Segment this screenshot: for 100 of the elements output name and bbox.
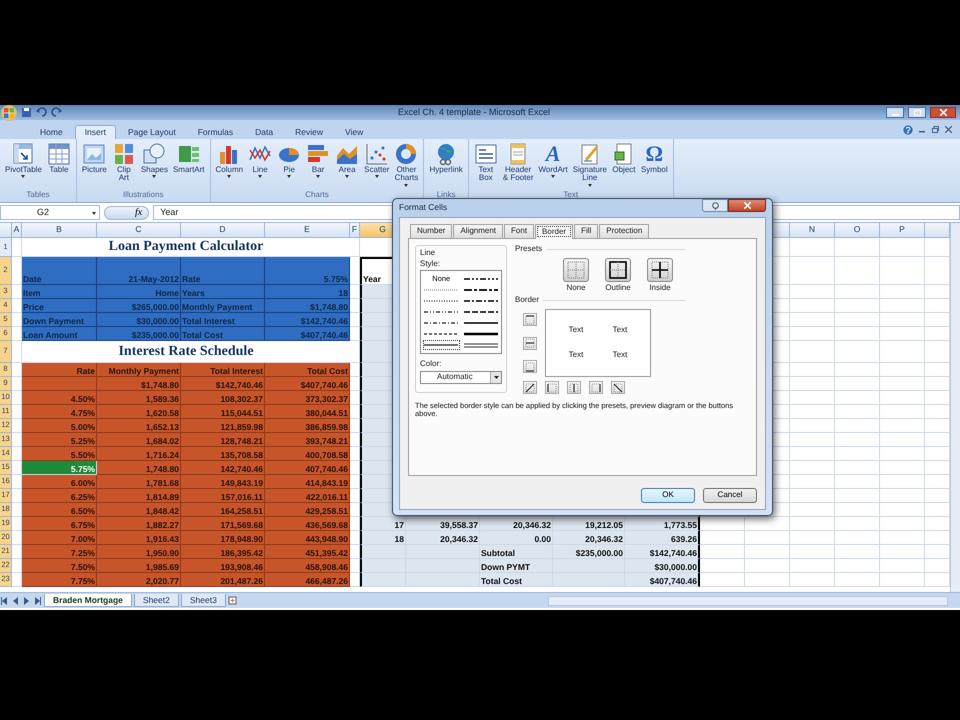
table-cell: Total Cost: [480, 573, 553, 587]
table-cell: 108,302.37: [181, 391, 265, 405]
preset-label: None: [566, 284, 586, 292]
table-cell: 1,814.89: [97, 489, 181, 503]
omega-icon: Ω: [645, 142, 664, 166]
table-cell: 39,558.37: [406, 517, 480, 531]
table-cell: 7.75%: [22, 573, 97, 587]
table-cell: 466,487.26: [265, 573, 350, 587]
table-cell: 380,044.51: [265, 405, 350, 419]
table-cell: 4.50%: [22, 391, 97, 405]
table-cell: 5.50%: [22, 447, 97, 461]
field-label: Color:: [420, 360, 442, 370]
table-cell: $30,000.00: [97, 313, 181, 327]
table-cell: 7.00%: [22, 531, 97, 545]
table-cell: $142,740.46: [265, 313, 350, 327]
table-cell: 178,948.90: [181, 531, 265, 545]
table-cell: 1,882.27: [97, 517, 181, 531]
table-cell: 115,044.51: [181, 405, 265, 419]
table-cell: 422,016.11: [265, 489, 350, 503]
table-cell: 1,748.80: [97, 461, 181, 475]
table-cell: Total Interest: [181, 313, 265, 327]
table-cell: Years: [181, 285, 265, 299]
table-cell: 18: [265, 285, 350, 299]
dialog-title: Format Cells: [399, 203, 448, 213]
table-cell: 1,985.69: [97, 559, 181, 573]
table-cell: Total Cost: [265, 363, 350, 377]
table-cell: 1,781.68: [97, 475, 181, 489]
table-cell: Loan Amount: [22, 327, 97, 341]
table-cell: 20,346.32: [553, 531, 625, 545]
window-title: Excel Ch. 4 template - Microsoft Excel: [396, 108, 552, 118]
table-cell: 639.26: [625, 531, 700, 545]
table-cell: 1,916.43: [97, 531, 181, 545]
table-cell: Down PYMT: [480, 559, 553, 573]
table-cell: $265,000.00: [97, 299, 181, 313]
table-cell: 407,740.46: [265, 461, 350, 475]
table-cell: Down Payment: [22, 313, 97, 327]
table-cell: 386,859.98: [265, 419, 350, 433]
table-cell: 4.75%: [22, 405, 97, 419]
table-cell: Total Cost: [181, 327, 265, 341]
table-cell: $407,740.46: [265, 327, 350, 341]
table-cell: 1,848.42: [97, 503, 181, 517]
group-label: Tables: [25, 191, 51, 201]
group-label: Links: [436, 191, 456, 201]
table-cell: 0.00: [480, 531, 553, 545]
table-cell: Subtotal: [480, 545, 553, 559]
table-cell: 5.00%: [22, 419, 97, 433]
table-cell: 6.75%: [22, 517, 97, 531]
table-cell: 21-May-2012: [97, 257, 181, 285]
table-cell: Monthly Payment: [97, 363, 181, 377]
table-cell: 19,212.05: [553, 517, 625, 531]
table-cell: 18: [360, 531, 406, 545]
table-cell: 128,748.21: [181, 433, 265, 447]
table-cell: Monthly Payment: [181, 299, 265, 313]
table-cell: $1,748.80: [265, 299, 350, 313]
table-cell: 157,016.11: [181, 489, 265, 503]
table-cell: 1,589.36: [97, 391, 181, 405]
table-cell: 186,395.42: [181, 545, 265, 559]
table-cell: $235,000.00: [97, 327, 181, 341]
section-label: Presets: [515, 244, 542, 254]
table-cell: 149,843.19: [181, 475, 265, 489]
table-cell: 142,740.46: [181, 461, 265, 475]
table-cell: 1,684.02: [97, 433, 181, 447]
table-cell: 1,950.90: [97, 545, 181, 559]
group-label: Text: [562, 191, 580, 201]
table-cell: 6.00%: [22, 475, 97, 489]
table-cell: 373,302.37: [265, 391, 350, 405]
table-cell: 20,346.32: [406, 531, 480, 545]
table-cell: Home: [97, 285, 181, 299]
table-cell: 393,748.21: [265, 433, 350, 447]
table-cell: Total Interest: [181, 363, 265, 377]
preview-text: Text: [612, 351, 628, 360]
table-cell: Rate: [181, 257, 265, 285]
table-cell: 17: [360, 517, 406, 531]
table-cell: $142,740.46: [181, 377, 265, 391]
table-cell: 5.75%: [265, 257, 350, 285]
table-cell: 201,487.26: [181, 573, 265, 587]
table-cell: $142,740.46: [625, 545, 700, 559]
table-cell: 443,948.90: [265, 531, 350, 545]
table-cell: 1,652.13: [97, 419, 181, 433]
table-cell: 193,908.46: [181, 559, 265, 573]
table-cell: 1,773.55: [625, 517, 700, 531]
table-cell: 6.25%: [22, 489, 97, 503]
preset-label: Outline: [605, 284, 631, 292]
table-cell: 429,258.51: [265, 503, 350, 517]
table-cell: 121,859.98: [181, 419, 265, 433]
table-cell: 5.25%: [22, 433, 97, 447]
table-cell: 2,020.77: [97, 573, 181, 587]
table-cell: 451,395.42: [265, 545, 350, 559]
table-cell: $407,740.46: [265, 377, 350, 391]
table-cell: $235,000.00: [553, 545, 625, 559]
table-cell: Rate: [22, 363, 97, 377]
table-cell: 1,620.58: [97, 405, 181, 419]
table-cell: 400,708.58: [265, 447, 350, 461]
field-label: Style:: [420, 260, 442, 268]
table-cell: 7.25%: [22, 545, 97, 559]
table-cell: 436,569.68: [265, 517, 350, 531]
table-cell: 7.50%: [22, 559, 97, 573]
table-cell: $407,740.46: [625, 573, 700, 587]
table-cell: 1,716.24: [97, 447, 181, 461]
group-label: Line: [420, 248, 436, 258]
